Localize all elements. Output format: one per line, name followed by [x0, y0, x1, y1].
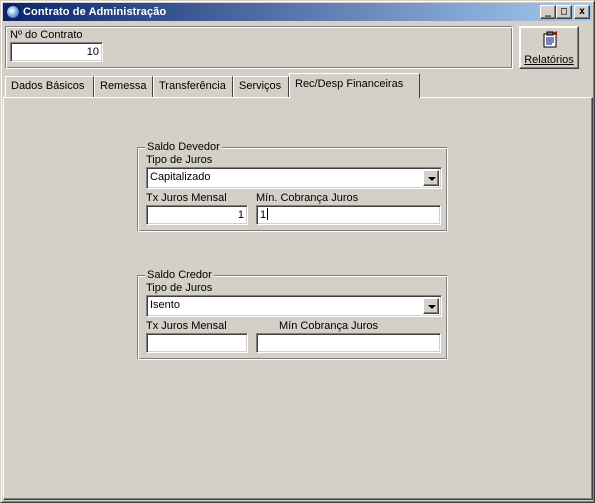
devedor-tx-juros-label: Tx Juros Mensal: [146, 192, 227, 204]
saldo-credor-group: Saldo Credor Tipo de Juros Isento Tx Jur…: [137, 269, 448, 360]
reports-button-label: Relatórios: [524, 54, 574, 66]
contract-number-field[interactable]: 10: [10, 42, 103, 62]
app-globe-icon[interactable]: [6, 5, 20, 19]
credor-tipo-juros-label: Tipo de Juros: [146, 282, 213, 294]
tab-panel: Saldo Devedor Tipo de Juros Capitalizado…: [3, 97, 593, 500]
minimize-button[interactable]: _: [540, 5, 556, 19]
saldo-devedor-group: Saldo Devedor Tipo de Juros Capitalizado…: [137, 141, 448, 232]
credor-tx-juros-label: Tx Juros Mensal: [146, 320, 227, 332]
close-button[interactable]: x: [574, 5, 590, 19]
contract-number-label: Nº do Contrato: [10, 29, 83, 41]
saldo-credor-legend: Saldo Credor: [145, 269, 214, 281]
title-bar[interactable]: Contrato de Administração _ □ x: [3, 3, 592, 21]
tab-dados-basicos[interactable]: Dados Básicos: [5, 76, 94, 97]
credor-tipo-juros-select[interactable]: Isento: [146, 295, 442, 317]
credor-min-cobranca-field[interactable]: [256, 333, 441, 353]
credor-tx-juros-field[interactable]: [146, 333, 248, 353]
tab-rec-desp-financeiras[interactable]: Rec/Desp Financeiras: [289, 73, 420, 98]
application-window: Contrato de Administração _ □ x Nº do Co…: [0, 0, 595, 503]
window-title: Contrato de Administração: [23, 6, 167, 18]
tab-servicos[interactable]: Serviços: [233, 76, 289, 97]
devedor-min-cobranca-field[interactable]: 1: [256, 205, 441, 225]
tab-remessa[interactable]: Remessa: [94, 76, 153, 97]
report-clipboard-icon: [543, 31, 557, 48]
devedor-tipo-juros-select[interactable]: Capitalizado: [146, 167, 442, 189]
devedor-dropdown-button[interactable]: [423, 170, 439, 186]
window-controls: _ □ x: [540, 5, 590, 19]
chevron-down-icon: [428, 305, 436, 309]
maximize-button[interactable]: □: [556, 5, 572, 19]
saldo-devedor-legend: Saldo Devedor: [145, 141, 222, 153]
devedor-tx-juros-field[interactable]: 1: [146, 205, 248, 225]
credor-min-cobranca-label: Mín Cobrança Juros: [279, 320, 379, 332]
chevron-down-icon: [428, 177, 436, 181]
credor-dropdown-button[interactable]: [423, 298, 439, 314]
tab-transferencia[interactable]: Transferência: [153, 76, 233, 97]
devedor-min-cobranca-label: Mín. Cobrança Juros: [256, 192, 359, 204]
contract-number-group: Nº do Contrato 10: [5, 26, 513, 69]
reports-button[interactable]: Relatórios: [519, 26, 579, 69]
credor-tipo-juros-value: Isento: [150, 299, 180, 311]
devedor-tipo-juros-label: Tipo de Juros: [146, 154, 213, 166]
devedor-tipo-juros-value: Capitalizado: [150, 171, 211, 183]
